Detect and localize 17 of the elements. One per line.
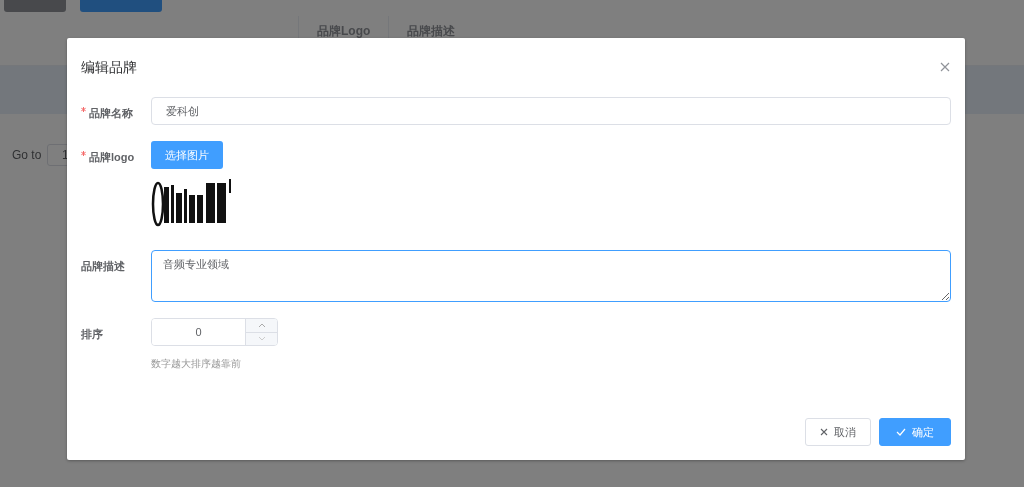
text-field[interactable]: 爱科创 (151, 97, 951, 125)
field-label: 排序 (81, 327, 104, 342)
chevron-down-icon (257, 336, 266, 342)
text-area[interactable]: 音频专业领域 (151, 250, 951, 302)
close-button[interactable] (939, 61, 951, 73)
number-field[interactable]: 0 (151, 318, 278, 346)
field-label: 品牌名称 (81, 97, 151, 125)
cancel-button[interactable]: 取消 (805, 418, 871, 446)
hint-text: 数字越大排序越靠前 (151, 357, 241, 371)
chevron-up-icon (257, 322, 266, 328)
close-icon (820, 428, 828, 436)
check-icon (896, 428, 906, 436)
close-icon (939, 61, 951, 73)
goto-label: Go to (12, 147, 42, 164)
field-label: 品牌描述 (81, 259, 126, 274)
field-label: 品牌logo (81, 141, 151, 234)
dialog-title: 编辑品牌 (81, 57, 137, 77)
